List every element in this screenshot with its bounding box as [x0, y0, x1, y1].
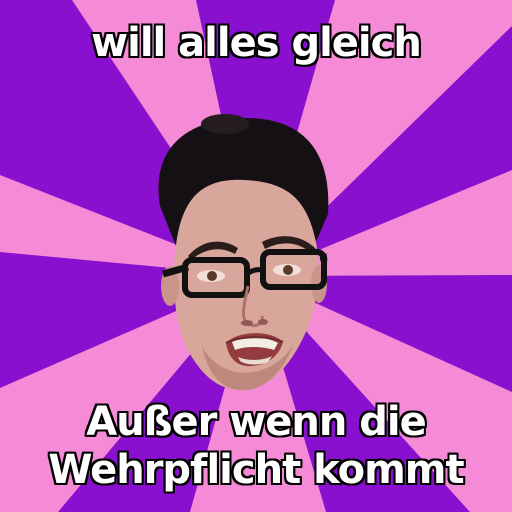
meme-image: will alles gleich Außer wenn die Wehrpfl… [0, 0, 512, 512]
top-caption-line: will alles gleich [91, 20, 422, 66]
bottom-caption: Außer wenn die Wehrpflicht kommt [0, 398, 512, 494]
bottom-caption-line-1: Außer wenn die [86, 399, 426, 445]
bottom-caption-line-2: Wehrpflicht kommt [48, 447, 464, 493]
top-caption: will alles gleich [0, 18, 512, 68]
